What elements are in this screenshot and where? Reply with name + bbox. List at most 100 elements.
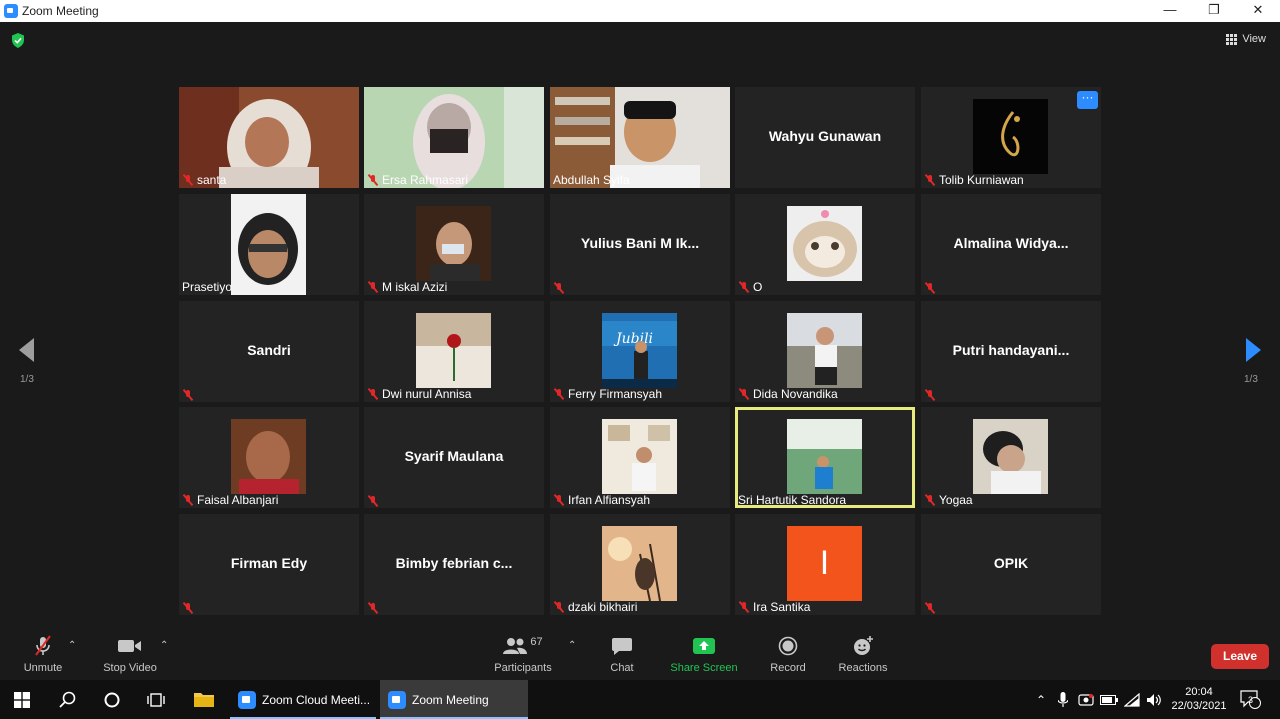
grid-view-icon (1226, 33, 1238, 45)
participant-name-center: Almalina Widya... (953, 235, 1069, 251)
chat-button[interactable]: Chat (602, 632, 642, 680)
view-button[interactable]: View (1226, 33, 1266, 45)
close-button[interactable]: ✕ (1236, 0, 1280, 22)
participant-name: Yogaa (939, 493, 973, 507)
participant-tile[interactable]: Irfan Alfiansyah (550, 407, 730, 508)
system-clock[interactable]: 20:04 22/03/2021 (1168, 685, 1230, 713)
participants-button[interactable]: 67 Participants (490, 632, 556, 680)
muted-mic-icon (924, 389, 936, 401)
taskbar-app-zoom-meeting[interactable]: Zoom Meeting (380, 680, 528, 719)
reactions-button[interactable]: Reactions (834, 632, 892, 680)
participant-label: Dwi nurul Annisa (367, 387, 471, 401)
camera-tray-icon[interactable] (1076, 680, 1096, 719)
task-view-icon[interactable] (134, 680, 178, 719)
participant-tile[interactable]: Dwi nurul Annisa (364, 301, 544, 402)
record-label: Record (770, 662, 806, 674)
participant-label (367, 602, 379, 614)
page-indicator-right: 1/3 (1244, 374, 1258, 385)
windows-start-icon[interactable] (0, 680, 44, 719)
battery-icon[interactable] (1099, 680, 1119, 719)
muted-mic-icon (553, 601, 565, 613)
restore-button[interactable]: ❐ (1192, 0, 1236, 22)
muted-mic-icon (367, 281, 379, 293)
participant-tile[interactable]: Dida Novandika (735, 301, 915, 402)
title-bar: Zoom Meeting — ❐ ✕ (0, 0, 1280, 22)
clock-time: 20:04 (1185, 686, 1213, 698)
chat-bubble-icon (612, 638, 632, 655)
file-explorer-icon[interactable] (182, 680, 226, 719)
participant-tile[interactable]: Yulius Bani M Ik... (550, 194, 730, 295)
action-center-notification-icon[interactable]: 3 (1236, 680, 1266, 719)
participant-tile[interactable]: M iskal Azizi (364, 194, 544, 295)
participant-name-center: Wahyu Gunawan (768, 128, 882, 144)
next-page-arrow-icon[interactable] (1246, 338, 1261, 362)
cortana-icon[interactable] (90, 680, 134, 719)
participant-tile[interactable]: Prasetiyo (179, 194, 359, 295)
participant-tile[interactable]: Firman Edy (179, 514, 359, 615)
participant-tile[interactable]: Syarif Maulana (364, 407, 544, 508)
search-icon[interactable] (46, 680, 90, 719)
participant-tile[interactable]: O (735, 194, 915, 295)
participant-tile[interactable]: Sandri (179, 301, 359, 402)
participant-name: Prasetiyo (182, 280, 233, 294)
participant-tile[interactable]: dzaki bikhairi (550, 514, 730, 615)
muted-mic-icon (738, 281, 750, 293)
unmute-button[interactable]: Unmute (14, 632, 72, 680)
minimize-button[interactable]: — (1148, 0, 1192, 22)
microphone-tray-icon[interactable] (1054, 680, 1072, 719)
zoom-app-icon (238, 690, 256, 709)
participant-tile[interactable]: Tolib Kurniawan ··· (921, 87, 1101, 188)
participant-name: Tolib Kurniawan (939, 173, 1024, 187)
participant-name: Sri Hartutik Sandora (738, 493, 847, 507)
participant-tile[interactable]: Jubili Ferry Firmansyah (550, 301, 730, 402)
participant-tile[interactable]: I Ira Santika (735, 514, 915, 615)
participant-tile[interactable]: Putri handayani... (921, 301, 1101, 402)
muted-mic-icon (367, 174, 379, 186)
windows-taskbar: Zoom Cloud Meeti... Zoom Meeting ⌃ 20:04… (0, 680, 1280, 719)
more-options-icon[interactable]: ··· (1077, 91, 1098, 109)
participants-options-caret-icon[interactable]: ⌃ (568, 640, 576, 651)
participant-tile[interactable]: Bimby febrian c... (364, 514, 544, 615)
stop-video-button[interactable]: Stop Video (98, 632, 162, 680)
record-button[interactable]: Record (766, 632, 810, 680)
muted-mic-icon (553, 494, 565, 506)
participant-tile[interactable]: Faisal Albanjari (179, 407, 359, 508)
participant-tile[interactable]: OPIK (921, 514, 1101, 615)
participant-tile[interactable]: Almalina Widya... (921, 194, 1101, 295)
participant-name-center: Sandri (247, 342, 291, 358)
page-indicator-left: 1/3 (20, 374, 34, 385)
encryption-shield-icon[interactable] (11, 33, 25, 48)
taskbar-app-zoom-cloud-meetings[interactable]: Zoom Cloud Meeti... (230, 680, 376, 719)
share-screen-icon (693, 638, 715, 654)
participant-label: Sri Hartutik Sandora (738, 493, 846, 507)
participant-tile[interactable]: Wahyu Gunawan (735, 87, 915, 188)
leave-button[interactable]: Leave (1211, 644, 1269, 669)
participant-tile[interactable]: Abdullah Syifa (550, 87, 730, 188)
wifi-icon[interactable] (1122, 680, 1142, 719)
video-options-caret-icon[interactable]: ⌃ (160, 640, 168, 651)
participant-name-center: Syarif Maulana (404, 448, 504, 464)
participant-tile[interactable]: Yogaa (921, 407, 1101, 508)
participant-name: Abdullah Syifa (553, 173, 630, 187)
participant-name: santa (197, 173, 227, 187)
participant-tile[interactable]: Sri Hartutik Sandora (735, 407, 915, 508)
participant-label: santa (182, 173, 226, 187)
muted-mic-icon (738, 388, 750, 400)
participant-label: Ira Santika (738, 600, 810, 614)
participant-label (367, 495, 379, 507)
muted-mic-icon (553, 282, 565, 294)
participant-tile[interactable]: santa (179, 87, 359, 188)
show-hidden-icons-chevron-icon[interactable]: ⌃ (1032, 680, 1050, 719)
participant-label: Dida Novandika (738, 387, 838, 401)
muted-mic-icon (924, 282, 936, 294)
participant-tile[interactable]: Ersa Rahmasari (364, 87, 544, 188)
taskbar-app-label: Zoom Meeting (412, 692, 489, 707)
unmute-label: Unmute (23, 662, 63, 674)
participant-label: Faisal Albanjari (182, 493, 278, 507)
previous-page-arrow-icon[interactable] (19, 338, 34, 362)
audio-options-caret-icon[interactable]: ⌃ (68, 640, 76, 651)
participant-name: O (753, 280, 763, 294)
participant-name-center: OPIK (993, 555, 1029, 571)
speaker-volume-icon[interactable] (1144, 680, 1164, 719)
share-screen-button[interactable]: Share Screen (668, 632, 740, 680)
